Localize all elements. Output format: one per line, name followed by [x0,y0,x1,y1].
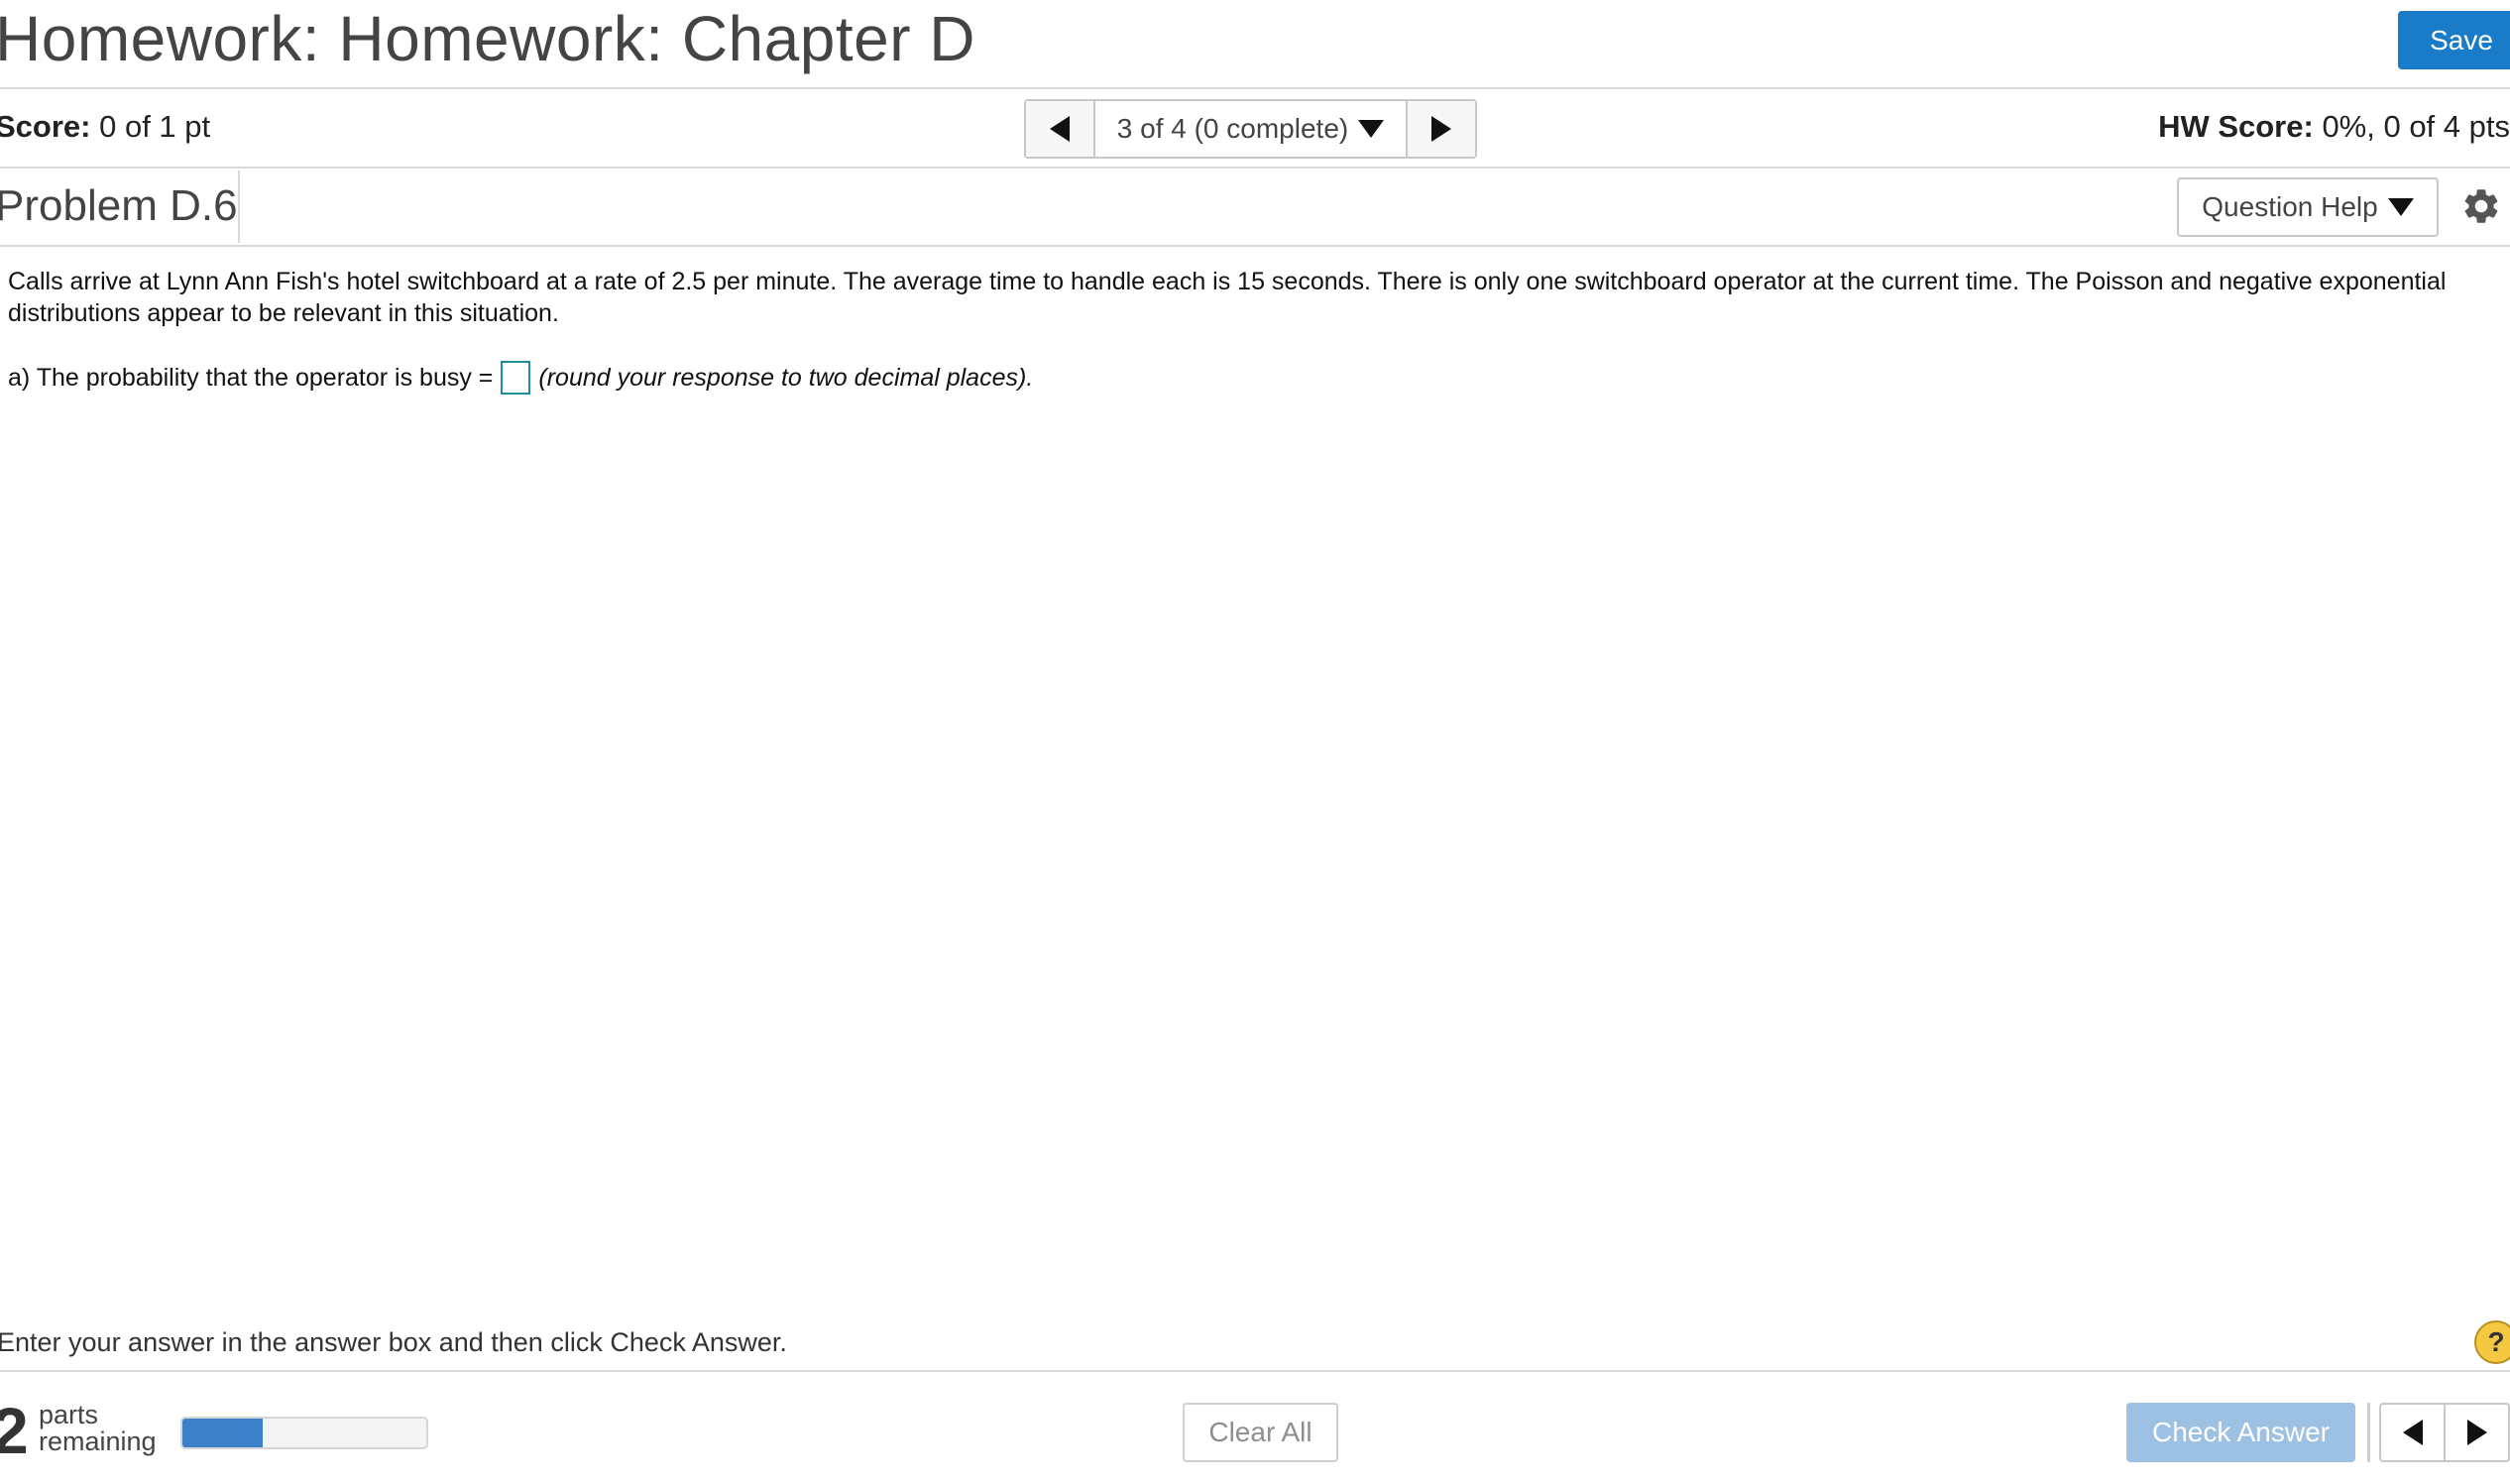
parts-remaining-label: parts remaining [39,1402,157,1455]
footer-nav-divider [2367,1403,2370,1462]
triangle-right-icon [2466,1420,2487,1445]
problem-title-divider [238,171,240,243]
score-label: Score: [0,109,91,144]
problem-statement-text: Calls arrive at Lynn Ann Fish's hotel sw… [8,268,2447,327]
question-selector-dropdown[interactable]: 3 of 4 (0 complete) [1093,101,1408,157]
question-navigator: 3 of 4 (0 complete) [1024,99,1477,159]
gear-icon[interactable] [2460,185,2502,227]
question-help-dropdown[interactable]: Question Help [2177,177,2439,237]
question-statement: Calls arrive at Lynn Ann Fish's hotel sw… [8,266,2486,329]
check-answer-button[interactable]: Check Answer [2126,1403,2355,1462]
chevron-down-icon [2387,198,2414,216]
problem-title: Problem D.6 [0,181,238,230]
score-divider [0,167,2510,169]
hw-score-label: HW Score: [2158,109,2314,144]
score-value: 0 of 1 pt [99,109,211,144]
triangle-left-icon [2402,1420,2423,1445]
question-score: Score: 0 of 1 pt [0,107,210,147]
footer-question-navigator [2379,1403,2510,1462]
save-button[interactable]: Save [2398,11,2510,69]
help-icon[interactable]: ? [2474,1320,2510,1364]
parts-label-line2: remaining [39,1427,157,1456]
question-help-label: Question Help [2202,191,2378,222]
part-a: a) The probability that the operator is … [8,361,1033,395]
instructions-text: Enter your answer in the answer box and … [0,1327,787,1357]
footer-previous-button[interactable] [2381,1405,2444,1460]
triangle-right-icon [1431,116,1451,142]
footer-next-button[interactable] [2444,1405,2508,1460]
part-a-prefix: a) The probability that the operator is … [8,363,494,392]
part-a-hint: (round your response to two decimal plac… [538,363,1034,392]
chevron-down-icon [1358,120,1385,138]
next-question-button[interactable] [1408,101,1475,157]
page-title: Homework: Homework: Chapter D [0,3,975,74]
header-divider [0,87,2510,89]
triangle-left-icon [1050,116,1070,142]
parts-progress-bar [180,1417,428,1449]
question-position: 3 of 4 (0 complete) [1116,113,1349,144]
parts-label-line1: parts [39,1400,99,1429]
hw-score-value: 0%, 0 of 4 pts [2322,109,2510,144]
progress-fill [182,1419,264,1447]
clear-all-button[interactable]: Clear All [1183,1403,1338,1462]
answer-input[interactable] [501,361,531,395]
hw-score: HW Score: 0%, 0 of 4 pts [2158,107,2510,147]
parts-remaining-count: 2 [0,1394,29,1467]
problem-header-divider [0,245,2510,247]
previous-question-button[interactable] [1026,101,1093,157]
footer-divider [0,1370,2510,1372]
